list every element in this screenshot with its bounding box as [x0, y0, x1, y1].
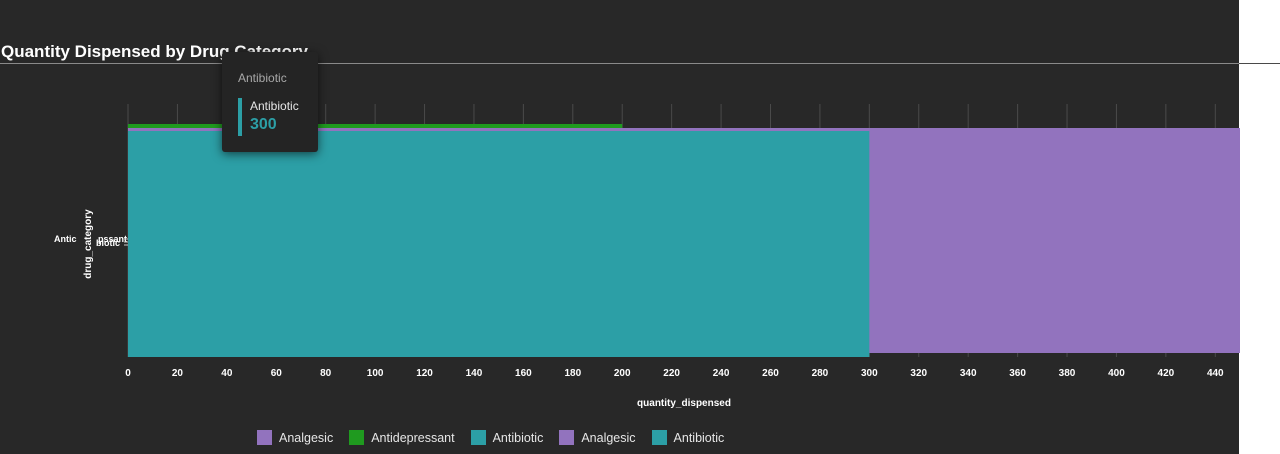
bars: [128, 124, 1240, 357]
x-tick-label: 260: [762, 368, 779, 379]
x-tick-label: 140: [466, 368, 483, 379]
legend-item[interactable]: Antibiotic: [651, 430, 725, 445]
tooltip: Antibiotic Antibiotic 300: [222, 52, 318, 152]
y-tick-label: biotic: [96, 238, 120, 248]
legend-item[interactable]: Analgesic: [257, 430, 333, 445]
legend-item[interactable]: Antibiotic: [470, 430, 544, 445]
x-tick-label: 160: [515, 368, 532, 379]
x-tick-label: 220: [663, 368, 680, 379]
x-tick-label: 40: [221, 368, 233, 379]
y-axis-label: drug_category: [83, 209, 94, 279]
x-tick-label: 360: [1009, 368, 1026, 379]
legend-swatch: [349, 430, 365, 445]
x-tick-label: 180: [564, 368, 581, 379]
x-tick-label: 120: [416, 368, 433, 379]
legend-label: Antidepressant: [371, 430, 455, 445]
y-tick-label: Antic: [54, 234, 77, 244]
x-tick-label: 60: [271, 368, 283, 379]
legend-label: Analgesic: [581, 430, 636, 445]
x-tick-label: 80: [320, 368, 332, 379]
legend-label: Analgesic: [279, 430, 334, 445]
tooltip-series-name: Antibiotic: [250, 99, 299, 113]
legend: Analgesic Antidepressant Antibiotic Analges…: [257, 430, 740, 445]
x-tick-label: 20: [172, 368, 184, 379]
tooltip-value: 300: [250, 116, 277, 133]
legend-swatch: [257, 430, 272, 445]
legend-item[interactable]: Analgesic: [559, 430, 636, 445]
tooltip-header: Antibiotic: [238, 71, 287, 85]
legend-label: Antibiotic: [673, 430, 725, 445]
x-tick-label: 200: [614, 368, 631, 379]
legend-label: Antibiotic: [492, 430, 544, 445]
x-tick-label: 280: [812, 368, 829, 379]
x-tick-label: 440: [1207, 368, 1224, 379]
x-tick-label: 340: [960, 368, 977, 379]
x-tick-label: 400: [1108, 368, 1125, 379]
x-tick-label: 380: [1059, 368, 1076, 379]
x-tick-label: 320: [910, 368, 927, 379]
bar-antidepressant[interactable]: [128, 124, 623, 128]
x-tick-labels: 0 20 40 60 80 100 120 140 160 180 200 220 240 260 280 3…: [125, 368, 1224, 379]
x-tick-label: 0: [125, 368, 131, 379]
bar-antibiotic[interactable]: [128, 131, 870, 357]
legend-swatch: [651, 430, 667, 445]
x-tick-label: 240: [713, 368, 730, 379]
x-tick-label: 420: [1158, 368, 1175, 379]
legend-swatch: [470, 430, 486, 445]
tooltip-series-marker: [238, 98, 242, 136]
chart-canvas: 0 20 40 60 80 100 120 140 160 180 200 220 240 260 280 3…: [54, 104, 1240, 409]
legend-swatch: [559, 430, 575, 445]
x-tick-label: 300: [861, 368, 878, 379]
x-tick-label: 100: [367, 368, 384, 379]
x-axis-label: quantity_dispensed: [637, 398, 731, 409]
legend-item[interactable]: Antidepressant: [349, 430, 455, 445]
